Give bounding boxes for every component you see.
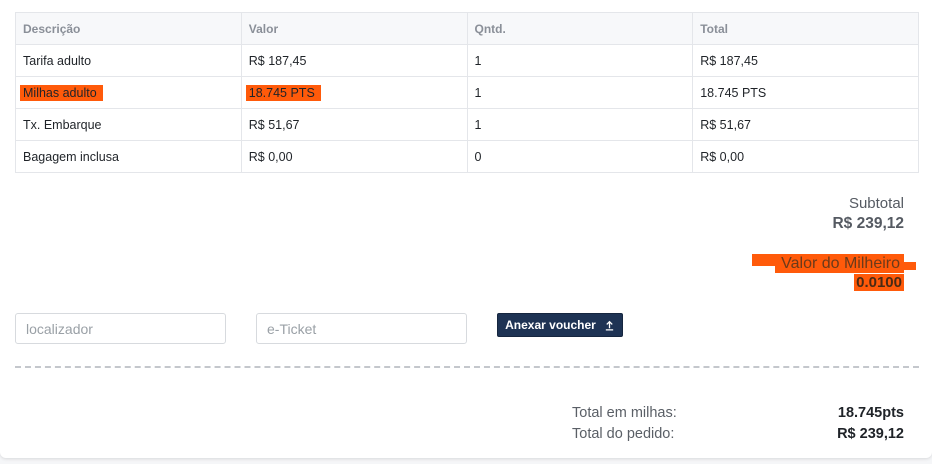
- cell-total: R$ 187,45: [692, 44, 919, 77]
- cell-valor: R$ 187,45: [240, 44, 468, 77]
- cell-total: R$ 0,00: [692, 140, 919, 173]
- total-pedido-label: Total do pedido:: [572, 425, 675, 442]
- total-milhas-label: Total em milhas:: [572, 404, 677, 421]
- dashed-divider: [15, 366, 919, 368]
- totals-block: Total em milhas: 18.745pts Total do pedi…: [572, 402, 904, 444]
- attach-voucher-button[interactable]: Anexar voucher: [497, 313, 623, 337]
- subtotal-block: Subtotal R$ 239,12: [832, 195, 904, 233]
- cell-total: R$ 51,67: [692, 108, 919, 141]
- header-total: Total: [692, 12, 919, 45]
- cell-qntd: 1: [466, 108, 694, 141]
- attach-voucher-label: Anexar voucher: [505, 318, 596, 332]
- total-milhas-row: Total em milhas: 18.745pts: [572, 402, 904, 423]
- cell-qntd: 0: [466, 140, 694, 173]
- cell-descricao: Tarifa adulto: [15, 44, 242, 77]
- subtotal-label: Subtotal: [848, 195, 904, 212]
- cell-qntd: 1: [466, 76, 694, 109]
- upload-icon: [605, 320, 614, 331]
- cell-total: 18.745 PTS: [692, 76, 919, 109]
- eticket-input[interactable]: [256, 313, 467, 344]
- highlighted-valor: 18.745 PTS: [245, 84, 321, 101]
- cell-valor: 18.745 PTS: [240, 76, 468, 109]
- table-row: Bagagem inclusa R$ 0,00 0 R$ 0,00: [15, 140, 919, 173]
- header-descricao: Descrição: [15, 12, 242, 45]
- cell-descricao: Milhas adulto: [15, 76, 242, 109]
- milheiro-block: Valor do Milheiro 0.0100: [775, 254, 904, 292]
- total-pedido-value: R$ 239,12: [837, 425, 904, 442]
- cell-valor: R$ 0,00: [240, 140, 468, 173]
- table-row: Tarifa adulto R$ 187,45 1 R$ 187,45: [15, 44, 919, 77]
- milheiro-label: Valor do Milheiro: [775, 254, 904, 273]
- items-table: Descrição Valor Qntd. Total Tarifa adult…: [15, 12, 919, 173]
- table-header-row: Descrição Valor Qntd. Total: [15, 12, 919, 45]
- header-valor: Valor: [240, 12, 468, 45]
- highlighted-descricao: Milhas adulto: [20, 84, 103, 101]
- table-row: Milhas adulto 18.745 PTS 1 18.745 PTS: [15, 76, 919, 109]
- cell-descricao: Bagagem inclusa: [15, 140, 242, 173]
- cell-valor: R$ 51,67: [240, 108, 468, 141]
- cell-descricao: Tx. Embarque: [15, 108, 242, 141]
- localizador-input[interactable]: [15, 313, 226, 344]
- total-milhas-value: 18.745pts: [837, 404, 904, 421]
- milheiro-value: 0.0100: [854, 274, 904, 291]
- order-summary-card: Descrição Valor Qntd. Total Tarifa adult…: [0, 0, 932, 458]
- table-row: Tx. Embarque R$ 51,67 1 R$ 51,67: [15, 108, 919, 141]
- header-qntd: Qntd.: [466, 12, 694, 45]
- cell-qntd: 1: [466, 44, 694, 77]
- subtotal-value: R$ 239,12: [832, 215, 904, 232]
- total-pedido-row: Total do pedido: R$ 239,12: [572, 423, 904, 444]
